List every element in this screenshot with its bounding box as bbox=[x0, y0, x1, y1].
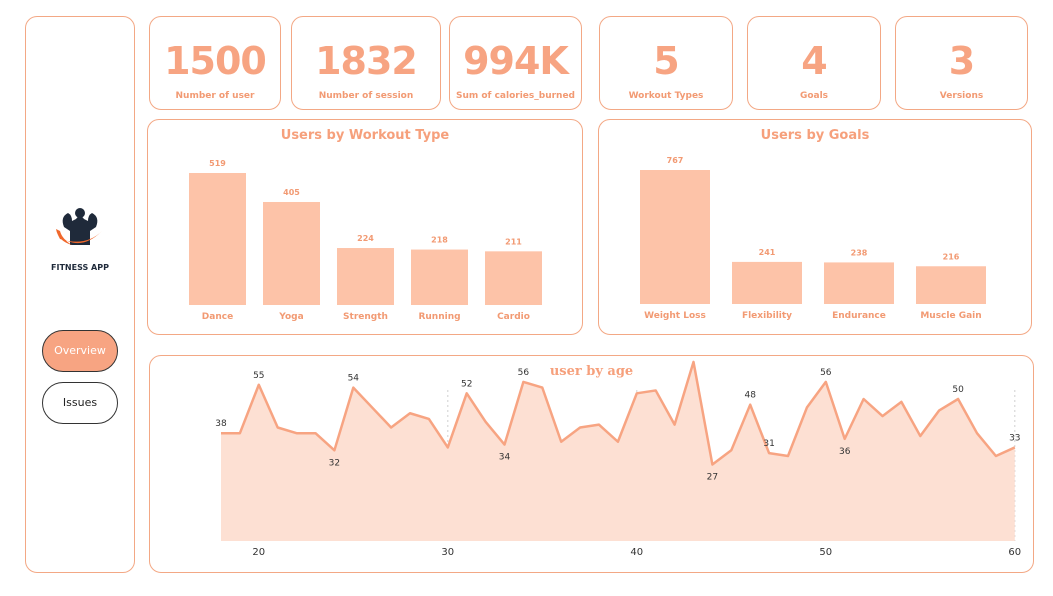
x-tick-label: 60 bbox=[1008, 547, 1021, 558]
bar bbox=[915, 265, 986, 304]
area-fill bbox=[220, 361, 1015, 541]
bar bbox=[188, 172, 246, 305]
point-value-label: 27 bbox=[706, 472, 717, 482]
kpi-value: 994K bbox=[463, 39, 569, 83]
sidebar: FITNESS APP Overview Issues bbox=[25, 16, 135, 573]
bar-value-label: 224 bbox=[357, 234, 374, 243]
app-logo: FITNESS APP bbox=[50, 201, 110, 281]
point-value-label: 55 bbox=[253, 370, 264, 380]
app-name: FITNESS APP bbox=[51, 263, 109, 272]
nav-issues-button[interactable]: Issues bbox=[42, 382, 118, 424]
point-value-label: 56 bbox=[517, 367, 529, 377]
x-tick-label: 30 bbox=[441, 547, 454, 558]
kpi-label: Number of session bbox=[318, 91, 414, 101]
point-value-label: 38 bbox=[215, 419, 227, 429]
kpi-card-goals: 4 Goals bbox=[747, 16, 881, 110]
category-label: Dance bbox=[201, 312, 232, 322]
kpi-label: Sum of calories_burned bbox=[455, 91, 576, 101]
kpi-card-versions: 3 Versions bbox=[895, 16, 1028, 110]
kpi-label: Workout Types bbox=[628, 91, 704, 101]
bar-value-label: 241 bbox=[758, 247, 775, 256]
workout-type-bar-chart: 519 Dance 405 Yoga 224 Strength 218 Running 211 C… bbox=[188, 159, 542, 322]
bar bbox=[410, 249, 468, 305]
bar-value-label: 238 bbox=[850, 248, 867, 257]
point-value-label: 32 bbox=[328, 458, 339, 468]
category-label: Endurance bbox=[832, 311, 886, 321]
kpi-value: 1832 bbox=[315, 39, 418, 83]
kpi-card-workout-types: 5 Workout Types bbox=[599, 16, 733, 110]
age-area-chart: 20 30 40 50 60 38 55 32 54 52 34 56 63 27 48 31 56 36 50 33 bbox=[215, 355, 1021, 558]
kpi-value: 4 bbox=[801, 39, 827, 83]
age-chart-card: user by age 2030405060385532545234566327… bbox=[149, 355, 1034, 573]
workout-type-chart-card: Users by Workout Type 519 Dance 405 Yoga 224… bbox=[147, 119, 583, 335]
bar bbox=[484, 250, 542, 305]
point-value-label: 34 bbox=[498, 452, 510, 462]
x-tick-label: 20 bbox=[252, 547, 265, 558]
bar-value-label: 405 bbox=[283, 187, 300, 196]
kpi-card-calories: 994K Sum of calories_burned bbox=[449, 16, 582, 110]
goals-chart-card: Users by Goals 767 Weight Loss 241 Flexibil… bbox=[598, 119, 1032, 335]
category-label: Weight Loss bbox=[644, 311, 706, 321]
kpi-value: 3 bbox=[948, 39, 975, 83]
bar bbox=[639, 169, 710, 304]
category-label: Running bbox=[418, 312, 460, 322]
nav-overview-button[interactable]: Overview bbox=[42, 330, 118, 372]
bar-value-label: 519 bbox=[209, 159, 226, 168]
kpi-label: Number of user bbox=[175, 91, 255, 101]
bar-value-label: 216 bbox=[942, 252, 959, 261]
kpi-card-sessions: 1832 Number of session bbox=[291, 16, 441, 110]
point-value-label: 52 bbox=[460, 379, 471, 389]
point-value-label: 63 bbox=[687, 355, 698, 358]
point-value-label: 48 bbox=[744, 390, 756, 400]
category-label: Yoga bbox=[278, 312, 303, 322]
bar bbox=[336, 247, 394, 305]
bar-value-label: 211 bbox=[505, 237, 522, 246]
kpi-value: 1500 bbox=[164, 39, 267, 83]
point-value-label: 50 bbox=[952, 385, 964, 395]
kpi-label: Goals bbox=[799, 91, 829, 101]
point-value-label: 33 bbox=[1009, 433, 1020, 443]
x-tick-label: 50 bbox=[819, 547, 832, 558]
bar-value-label: 767 bbox=[666, 156, 683, 165]
bar-value-label: 218 bbox=[431, 235, 448, 244]
point-value-label: 54 bbox=[347, 373, 359, 383]
category-label: Muscle Gain bbox=[920, 311, 981, 321]
bar bbox=[823, 261, 894, 304]
point-value-label: 56 bbox=[820, 367, 832, 377]
point-value-label: 31 bbox=[763, 439, 774, 449]
category-label: Cardio bbox=[497, 312, 530, 322]
category-label: Strength bbox=[343, 312, 388, 322]
kpi-card-users: 1500 Number of user bbox=[149, 16, 281, 110]
category-label: Flexibility bbox=[741, 311, 791, 321]
kpi-label: Versions bbox=[939, 91, 984, 101]
fitness-logo-icon bbox=[56, 208, 102, 245]
bar bbox=[731, 261, 802, 304]
x-tick-label: 40 bbox=[630, 547, 643, 558]
point-value-label: 36 bbox=[838, 446, 850, 456]
kpi-value: 5 bbox=[653, 39, 679, 83]
bar bbox=[262, 201, 320, 305]
goals-bar-chart: 767 Weight Loss 241 Flexibility 238 Endurance… bbox=[639, 156, 986, 321]
